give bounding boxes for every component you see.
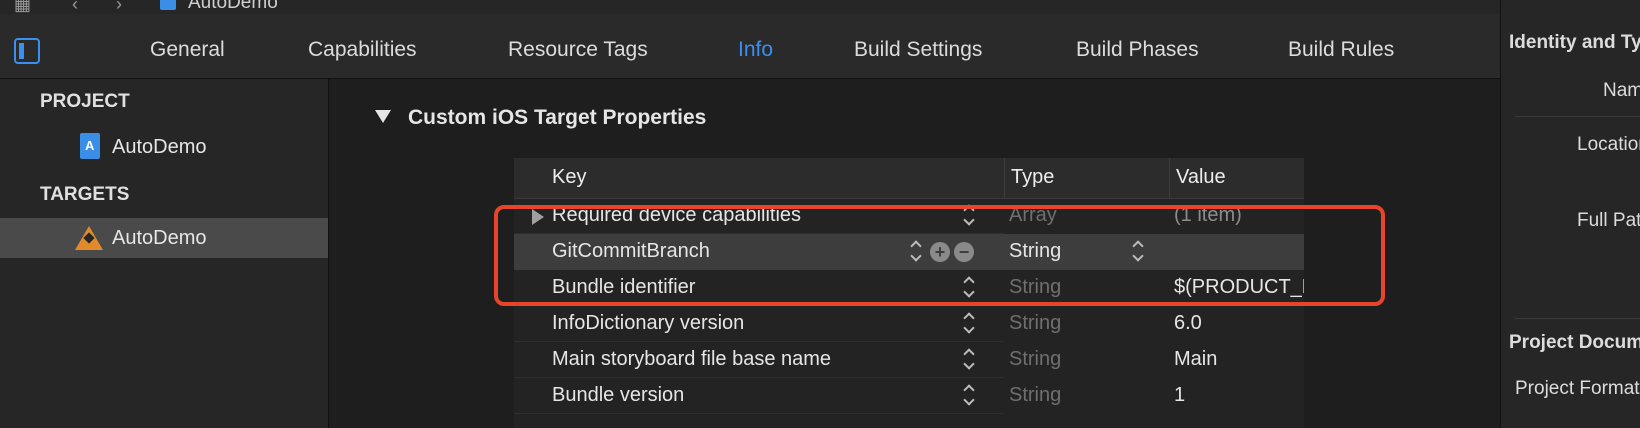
inspector-divider (1515, 318, 1640, 319)
project-icon (80, 133, 100, 159)
column-header-type[interactable]: Type (1011, 166, 1054, 189)
section-title: Custom iOS Target Properties (408, 106, 707, 129)
project-navigator: PROJECT AutoDemo TARGETS AutoDemo (0, 79, 329, 428)
add-row-icon[interactable]: + (930, 242, 950, 262)
nav-item-target[interactable]: AutoDemo (0, 218, 328, 258)
file-inspector: Identity and Type Name Location Full Pat… (1500, 0, 1640, 428)
nav-item-project[interactable]: AutoDemo (0, 127, 328, 167)
collapse-disclosure-icon[interactable] (375, 110, 391, 123)
project-document-header: Project Document (1509, 332, 1640, 353)
table-row[interactable]: Main storyboard file base name String Ma… (514, 342, 1304, 378)
forward-icon[interactable]: › (116, 0, 122, 15)
key-stepper-icon[interactable] (910, 240, 924, 264)
back-icon[interactable]: ‹ (72, 0, 78, 15)
key-stepper-icon[interactable] (963, 204, 977, 228)
sidebar-toggle-icon[interactable] (14, 38, 40, 64)
type-stepper-icon[interactable] (1132, 240, 1146, 264)
info-editor: Custom iOS Target Properties Key Type Va… (329, 79, 1500, 428)
tab-build-settings[interactable]: Build Settings (854, 38, 982, 62)
remove-row-icon[interactable]: − (954, 242, 974, 262)
column-header-value[interactable]: Value (1176, 166, 1226, 189)
row-value[interactable]: 1 (1174, 384, 1304, 407)
table-row[interactable]: InfoDictionary version String 6.0 (514, 306, 1304, 342)
nav-item-target-label: AutoDemo (112, 227, 207, 249)
row-divider (514, 413, 1004, 414)
table-row[interactable]: Required device capabilities Array (1 it… (514, 198, 1304, 234)
tab-resource-tags[interactable]: Resource Tags (508, 38, 648, 62)
row-key[interactable]: Main storyboard file base name (552, 348, 831, 371)
location-label: Location (1577, 134, 1640, 155)
project-format-label: Project Format (1515, 378, 1640, 399)
table-row[interactable]: Bundle identifier String $(PRODUCT_BUNDL… (514, 270, 1304, 306)
key-stepper-icon[interactable] (963, 384, 977, 408)
properties-table: Key Type Value Required device capabilit… (514, 158, 1304, 428)
row-key[interactable]: GitCommitBranch (552, 240, 710, 263)
table-row[interactable]: GitCommitBranch + − String (514, 234, 1304, 270)
tab-info[interactable]: Info (738, 38, 773, 62)
tab-capabilities[interactable]: Capabilities (308, 38, 417, 62)
nav-item-project-label: AutoDemo (112, 136, 207, 158)
column-header-key[interactable]: Key (552, 166, 586, 189)
row-type[interactable]: String (1009, 240, 1061, 263)
row-value[interactable]: Main (1174, 348, 1304, 371)
app-target-icon (75, 226, 103, 250)
row-key[interactable]: Bundle version (552, 384, 684, 407)
expand-arrow-icon[interactable] (532, 209, 544, 225)
tab-build-rules[interactable]: Build Rules (1288, 38, 1394, 62)
row-type: String (1009, 276, 1062, 298)
targets-section-header: TARGETS (40, 184, 130, 205)
key-stepper-icon[interactable] (963, 312, 977, 336)
row-value[interactable]: (1 item) (1174, 204, 1304, 227)
row-type: String (1009, 312, 1062, 334)
row-type: String (1009, 384, 1062, 406)
key-stepper-icon[interactable] (963, 348, 977, 372)
full-path-label: Full Path (1577, 210, 1640, 231)
tab-build-phases[interactable]: Build Phases (1076, 38, 1199, 62)
name-label: Name (1603, 80, 1640, 101)
tab-general[interactable]: General (150, 38, 225, 62)
inspector-divider (1515, 116, 1640, 117)
column-divider (1169, 158, 1170, 198)
row-value[interactable]: 6.0 (1174, 312, 1304, 335)
row-key[interactable]: Bundle identifier (552, 276, 695, 299)
row-key[interactable]: InfoDictionary version (552, 312, 744, 335)
editor-tab-bar: General Capabilities Resource Tags Info … (0, 14, 1500, 79)
window-title: AutoDemo (188, 0, 278, 13)
project-section-header: PROJECT (40, 91, 130, 112)
row-key[interactable]: Required device capabilities (552, 204, 801, 227)
row-type: Array (1009, 204, 1057, 226)
table-row[interactable]: Bundle version String 1 (514, 378, 1304, 414)
grid-icon[interactable]: ▦ (14, 0, 31, 15)
toolbar: ▦ ‹ › AutoDemo (0, 0, 1500, 15)
project-file-icon (160, 0, 176, 10)
row-value[interactable]: $(PRODUCT_BUNDLE_IDENTIFIER) (1174, 276, 1304, 299)
column-divider (1004, 158, 1005, 198)
table-header: Key Type Value (514, 158, 1304, 199)
row-type: String (1009, 348, 1062, 370)
identity-section-header: Identity and Type (1509, 32, 1640, 53)
key-stepper-icon[interactable] (963, 276, 977, 300)
